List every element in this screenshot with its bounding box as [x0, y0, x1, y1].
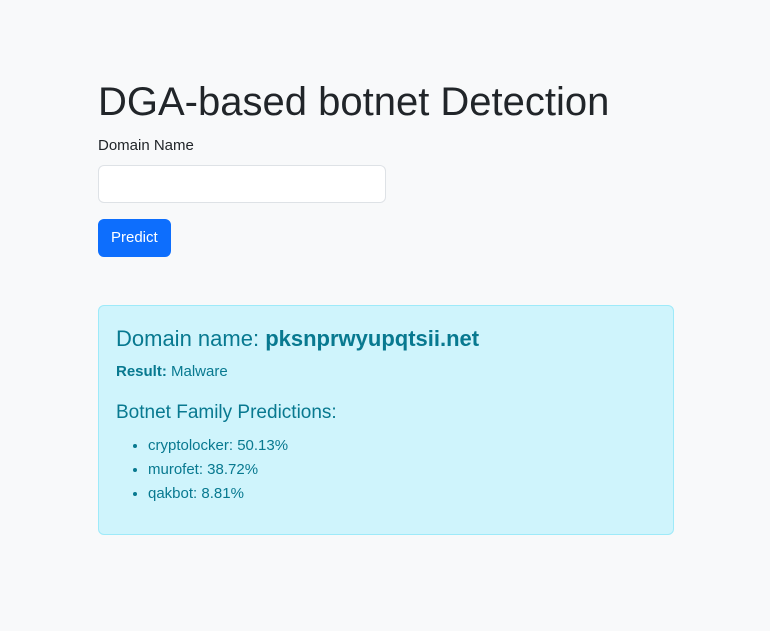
result-value: Malware: [171, 363, 228, 380]
family-predictions-list: cryptolocker: 50.13% murofet: 38.72% qak…: [116, 434, 288, 506]
result-line: Result: Malware: [116, 363, 228, 380]
result-alert: Domain name: pksnprwyupqtsii.net Result:…: [98, 305, 674, 535]
domain-name-value: pksnprwyupqtsii.net: [265, 326, 480, 351]
predict-button[interactable]: Predict: [98, 219, 171, 257]
list-item: cryptolocker: 50.13%: [148, 434, 288, 458]
list-item: murofet: 38.72%: [148, 458, 288, 482]
family-predictions-heading: Botnet Family Predictions:: [116, 402, 337, 423]
list-item: qakbot: 8.81%: [148, 482, 288, 506]
domain-name-prefix: Domain name:: [116, 326, 266, 351]
domain-name-heading: Domain name: pksnprwyupqtsii.net: [116, 326, 479, 352]
domain-name-label: Domain Name: [98, 137, 194, 154]
domain-name-input[interactable]: [98, 165, 386, 203]
page-title: DGA-based botnet Detection: [98, 80, 610, 124]
result-label: Result:: [116, 363, 167, 380]
